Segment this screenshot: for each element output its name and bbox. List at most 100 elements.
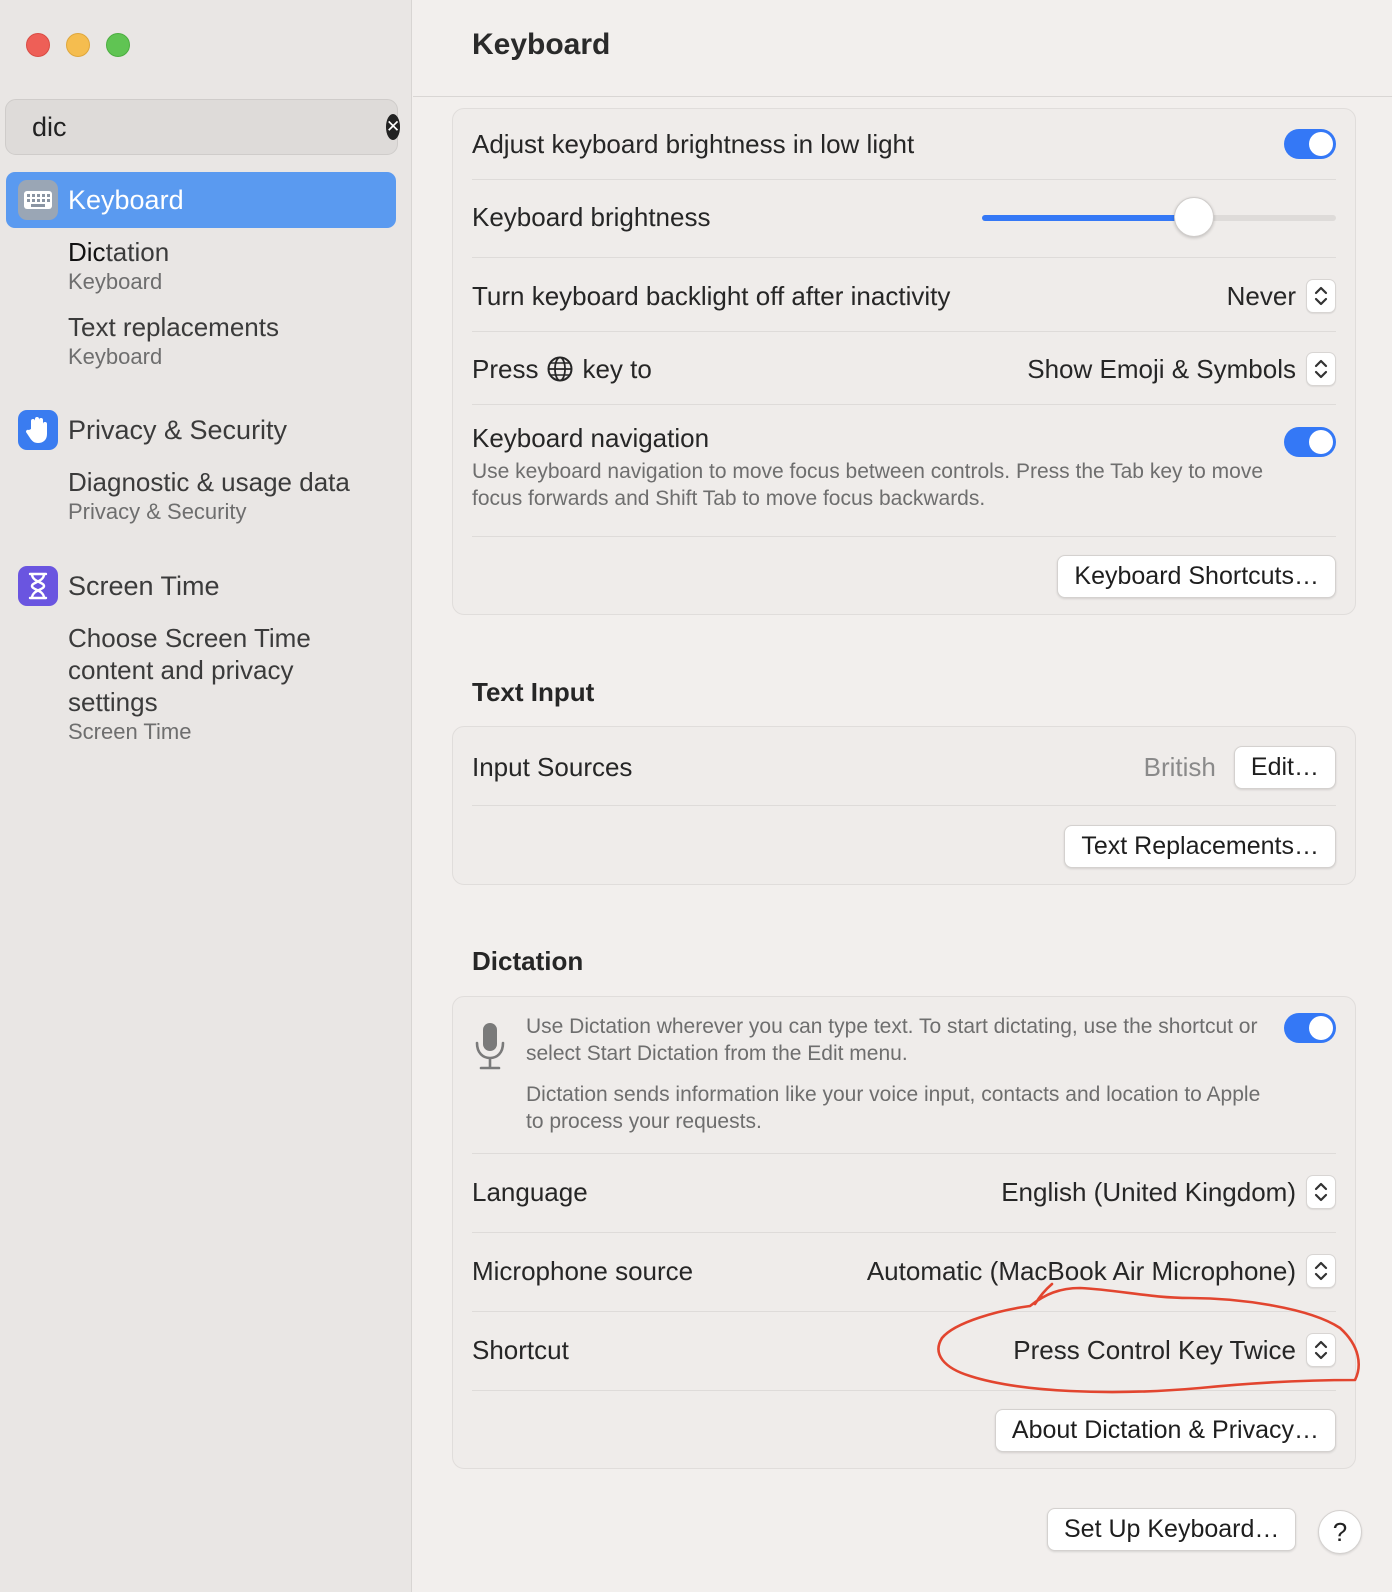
search-field[interactable]: ✕ bbox=[5, 99, 401, 155]
backlight-off-row: Turn keyboard backlight off after inacti… bbox=[472, 276, 1336, 316]
globe-key-label: Press key to bbox=[472, 354, 652, 385]
keyboard-brightness-slider[interactable] bbox=[982, 197, 1336, 237]
globe-key-label-start: Press bbox=[472, 353, 539, 384]
chevron-up-down-icon bbox=[1306, 1333, 1336, 1367]
keyboard-navigation-row: Keyboard navigation Use keyboard navigat… bbox=[472, 423, 1336, 523]
divider bbox=[472, 805, 1336, 806]
hand-icon bbox=[18, 410, 58, 450]
backlight-off-popup[interactable]: Never bbox=[1227, 279, 1336, 313]
popup-value: Never bbox=[1226, 280, 1296, 311]
keyboard-shortcuts-button[interactable]: Keyboard Shortcuts… bbox=[1057, 554, 1336, 598]
dictation-shortcut-popup[interactable]: Press Control Key Twice bbox=[1013, 1333, 1336, 1367]
keyboard-brightness-label: Keyboard brightness bbox=[472, 201, 711, 232]
text-input-card: Input Sources British Edit… Text Replace… bbox=[452, 726, 1356, 885]
keyboard-icon bbox=[18, 180, 58, 220]
text-replacements-button[interactable]: Text Replacements… bbox=[1064, 824, 1336, 868]
shortcuts-row: Keyboard Shortcuts… bbox=[472, 554, 1336, 598]
sidebar-result-screen-time-content[interactable]: Choose Screen Time content and privacy s… bbox=[68, 622, 368, 746]
input-sources-controls: British Edit… bbox=[1143, 745, 1336, 789]
chevron-up-down-icon bbox=[1306, 279, 1336, 313]
about-dictation-row: About Dictation & Privacy… bbox=[472, 1408, 1336, 1452]
result-title-rest: tation bbox=[105, 237, 170, 267]
result-subtitle: Keyboard bbox=[68, 269, 163, 294]
dictation-language-row: Language English (United Kingdom) bbox=[472, 1171, 1336, 1213]
divider bbox=[472, 331, 1336, 332]
sidebar-item-screen-time[interactable]: Screen Time bbox=[6, 558, 396, 614]
dictation-card: Use Dictation wherever you can type text… bbox=[452, 996, 1356, 1469]
keyboard-settings-card: Adjust keyboard brightness in low light … bbox=[452, 108, 1356, 615]
help-button[interactable]: ? bbox=[1318, 1510, 1362, 1554]
input-sources-value: British bbox=[1143, 751, 1216, 782]
about-dictation-privacy-button[interactable]: About Dictation & Privacy… bbox=[994, 1408, 1336, 1452]
divider bbox=[472, 179, 1336, 180]
adjust-brightness-row: Adjust keyboard brightness in low light bbox=[472, 125, 1336, 163]
sidebar-item-keyboard[interactable]: Keyboard bbox=[6, 172, 396, 228]
microphone-icon bbox=[475, 1023, 505, 1070]
keyboard-navigation-label: Keyboard navigation bbox=[472, 423, 710, 453]
slider-fill bbox=[982, 215, 1195, 221]
dictation-section-title: Dictation bbox=[472, 946, 584, 976]
result-subtitle: Screen Time bbox=[68, 719, 192, 744]
divider bbox=[472, 1311, 1336, 1312]
adjust-brightness-label: Adjust keyboard brightness in low light bbox=[472, 128, 915, 159]
hourglass-icon bbox=[18, 566, 58, 606]
dictation-description-privacy: Dictation sends information like your vo… bbox=[526, 1083, 1261, 1133]
dictation-language-popup[interactable]: English (United Kingdom) bbox=[1001, 1175, 1336, 1209]
microphone-source-row: Microphone source Automatic (MacBook Air… bbox=[472, 1250, 1336, 1292]
popup-value: Show Emoji & Symbols bbox=[1027, 353, 1296, 384]
text-input-section-title: Text Input bbox=[472, 677, 595, 707]
page-title: Keyboard bbox=[472, 28, 611, 61]
microphone-source-label: Microphone source bbox=[472, 1255, 694, 1286]
divider bbox=[472, 1390, 1336, 1391]
sidebar: ✕ Keyboard Dictation Keyboard Text repla… bbox=[0, 0, 412, 1592]
page-header: Keyboard bbox=[413, 0, 1392, 97]
divider bbox=[472, 536, 1336, 537]
globe-key-label-end: key to bbox=[582, 353, 652, 384]
dictation-toggle-row: Use Dictation wherever you can type text… bbox=[472, 1013, 1336, 1143]
dictation-shortcut-row: Shortcut Press Control Key Twice bbox=[472, 1329, 1336, 1371]
sidebar-result-dictation[interactable]: Dictation Keyboard bbox=[68, 236, 398, 296]
minimize-window-button[interactable] bbox=[66, 33, 90, 57]
edit-input-sources-button[interactable]: Edit… bbox=[1233, 745, 1336, 789]
sidebar-item-privacy-security[interactable]: Privacy & Security bbox=[6, 402, 396, 458]
chevron-up-down-icon bbox=[1306, 1175, 1336, 1209]
keyboard-navigation-description: Use keyboard navigation to move focus be… bbox=[472, 460, 1264, 510]
dictation-language-label: Language bbox=[472, 1176, 588, 1207]
globe-icon bbox=[547, 356, 573, 382]
globe-key-row: Press key to Show Emoji & Symbols bbox=[472, 349, 1336, 389]
sidebar-result-diagnostic-usage[interactable]: Diagnostic & usage data Privacy & Securi… bbox=[68, 466, 398, 526]
popup-value: Press Control Key Twice bbox=[1013, 1334, 1296, 1365]
result-subtitle: Keyboard bbox=[68, 344, 163, 369]
chevron-up-down-icon bbox=[1306, 352, 1336, 386]
set-up-keyboard-button[interactable]: Set Up Keyboard… bbox=[1047, 1508, 1297, 1551]
dictation-description: Use Dictation wherever you can type text… bbox=[526, 1013, 1262, 1135]
divider bbox=[472, 257, 1336, 258]
sidebar-result-text-replacements[interactable]: Text replacements Keyboard bbox=[68, 311, 398, 371]
sidebar-item-label: Privacy & Security bbox=[68, 414, 288, 445]
result-title: Dictation bbox=[68, 236, 398, 268]
keyboard-navigation-toggle[interactable] bbox=[1284, 427, 1336, 457]
result-title: Text replacements bbox=[68, 312, 279, 342]
search-match-text: Dic bbox=[68, 237, 106, 267]
sidebar-item-label: Screen Time bbox=[68, 570, 220, 601]
search-input[interactable] bbox=[32, 111, 386, 143]
close-window-button[interactable] bbox=[26, 33, 50, 57]
dictation-shortcut-label: Shortcut bbox=[472, 1334, 569, 1365]
result-subtitle: Privacy & Security bbox=[68, 499, 247, 524]
dictation-toggle[interactable] bbox=[1284, 1013, 1336, 1043]
clear-search-icon[interactable]: ✕ bbox=[386, 114, 401, 140]
microphone-source-popup[interactable]: Automatic (MacBook Air Microphone) bbox=[867, 1254, 1336, 1288]
popup-value: English (United Kingdom) bbox=[1001, 1176, 1296, 1207]
globe-key-popup[interactable]: Show Emoji & Symbols bbox=[1027, 352, 1336, 386]
divider bbox=[472, 1232, 1336, 1233]
chevron-up-down-icon bbox=[1306, 1254, 1336, 1288]
popup-value: Automatic (MacBook Air Microphone) bbox=[866, 1255, 1296, 1286]
keyboard-navigation-text: Keyboard navigation Use keyboard navigat… bbox=[472, 423, 1272, 512]
divider bbox=[472, 404, 1336, 405]
result-title: Diagnostic & usage data bbox=[68, 467, 350, 497]
input-sources-label: Input Sources bbox=[472, 751, 633, 782]
window-controls bbox=[26, 33, 130, 57]
zoom-window-button[interactable] bbox=[106, 33, 130, 57]
text-replacements-row: Text Replacements… bbox=[472, 824, 1336, 868]
adjust-brightness-toggle[interactable] bbox=[1284, 129, 1336, 159]
